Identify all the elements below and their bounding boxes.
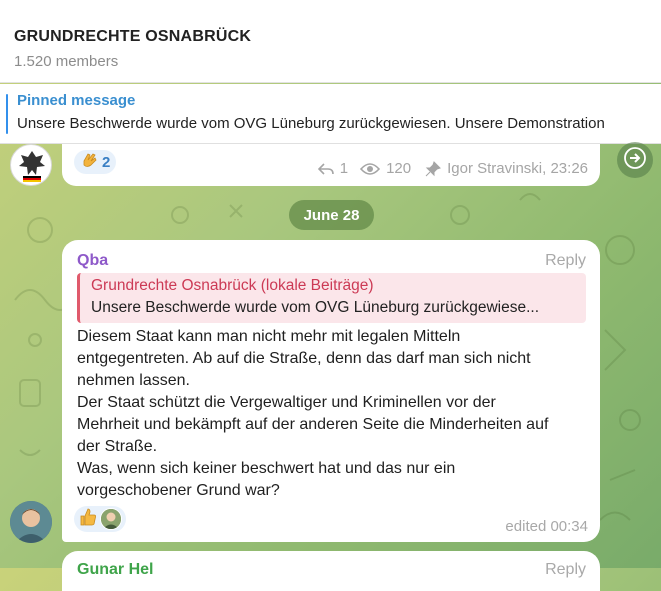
pinned-message-bar[interactable]: Pinned message Unsere Beschwerde wurde v… (0, 84, 661, 144)
quoted-reply[interactable]: Grundrechte Osnabrück (lokale Beiträge) … (77, 273, 586, 323)
message-line: vorgeschobener Grund war? (77, 482, 280, 499)
message-line: nehmen lassen. (77, 372, 190, 389)
message-sender[interactable]: Qba (77, 252, 108, 270)
reaction-chip[interactable] (74, 506, 126, 532)
reply-button[interactable]: Reply (545, 561, 586, 579)
message-bubble[interactable]: Qba Reply Grundrechte Osnabrück (lokale … (62, 240, 600, 542)
clapping-hands-icon (80, 151, 98, 174)
reaction-chip[interactable]: 2 (74, 150, 117, 174)
reply-count: 1 (339, 160, 349, 177)
pin-icon (425, 160, 442, 177)
quoted-reply-text: Unsere Beschwerde wurde vom OVG Lüneburg… (91, 299, 539, 316)
reactor-avatar (100, 508, 122, 530)
pinned-text: Unsere Beschwerde wurde vom OVG Lüneburg… (17, 115, 605, 132)
message-bubble-next[interactable]: Gunar Hel Reply (62, 551, 600, 591)
view-count: 120 (386, 160, 412, 177)
message-line: Der Staat schützt die Vergewaltiger und … (77, 394, 496, 411)
reply-button[interactable]: Reply (545, 252, 586, 270)
message-line: Mehrheit und bekämpft auf der anderen Se… (77, 416, 549, 433)
member-count: 1.520 members (14, 53, 119, 70)
message-line: Was, wenn sich keiner beschwert hat und … (77, 460, 456, 477)
message-line: entgegentreten. Ab auf die Straße, denn … (77, 350, 531, 367)
sender-avatar[interactable] (10, 501, 52, 543)
message-line: der Straße. (77, 438, 158, 455)
author-time: Igor Stravinski, 23:26 (447, 160, 588, 177)
message-line: Diesem Staat kann man nicht mehr mit leg… (77, 328, 461, 345)
message-meta: 1 120 Igor Stravinski, 23:26 (317, 160, 588, 177)
pinned-title: Pinned message (17, 92, 136, 109)
channel-avatar[interactable] (10, 144, 52, 186)
edited-timestamp: edited 00:34 (505, 518, 588, 535)
quoted-reply-title: Grundrechte Osnabrück (lokale Beiträge) (91, 277, 374, 294)
thumbs-up-icon (78, 507, 98, 532)
message-sender[interactable]: Gunar Hel (77, 561, 153, 579)
eagle-emblem-icon (19, 151, 45, 182)
pinned-indicator (6, 94, 8, 134)
arrow-right-icon (624, 146, 646, 174)
message-text: Diesem Staat kann man nicht mehr mit leg… (77, 326, 592, 502)
reply-arrow-icon (317, 162, 334, 176)
go-to-message-button[interactable] (617, 142, 653, 178)
reaction-count: 2 (102, 153, 111, 171)
views-eye-icon (360, 162, 381, 176)
message-bubble-previous[interactable]: 2 1 120 Igor Stravinski, 23:26 (62, 144, 600, 186)
date-separator: June 28 (289, 200, 374, 230)
chat-header[interactable]: GRUNDRECHTE OSNABRÜCK 1.520 members (0, 16, 661, 83)
channel-title: GRUNDRECHTE OSNABRÜCK (14, 28, 252, 45)
reactions (74, 506, 126, 532)
window-top-strip (0, 0, 661, 16)
